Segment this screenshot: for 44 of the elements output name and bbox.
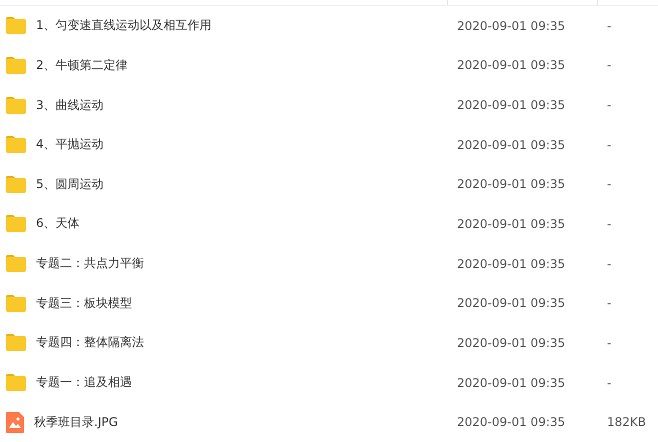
file-size: -	[606, 256, 612, 271]
modified-date: 2020-09-01 09:35	[456, 18, 566, 33]
modified-date: 2020-09-01 09:35	[456, 336, 566, 350]
file-name[interactable]: 秋季班目录.JPG	[34, 414, 118, 431]
modified-date: 2020-09-01 09:35	[456, 376, 566, 390]
modified-date: 2020-09-01 09:35	[456, 138, 566, 152]
folder-icon	[6, 176, 26, 193]
file-name[interactable]: 4、平抛运动	[36, 136, 104, 154]
modified-date: 2020-09-01 09:35	[456, 98, 566, 112]
folder-icon	[6, 255, 26, 272]
folder-icon	[6, 96, 26, 114]
file-name[interactable]: 2、牛顿第二定律	[36, 56, 128, 74]
modified-date: 2020-09-01 09:35	[456, 58, 566, 72]
file-name[interactable]: 专题四：整体隔离法	[36, 334, 144, 352]
file-name[interactable]: 1、匀变速直线运动以及相互作用	[36, 17, 212, 34]
file-name[interactable]: 6、天体	[36, 215, 80, 232]
file-name[interactable]: 3、曲线运动	[36, 96, 104, 114]
file-size: 182KB	[606, 415, 648, 430]
folder-icon	[6, 374, 26, 392]
folder-icon	[6, 334, 26, 352]
modified-date: 2020-09-01 09:35	[456, 256, 566, 271]
file-size: -	[606, 177, 612, 192]
modified-date: 2020-09-01 09:35	[456, 216, 566, 231]
file-size: -	[606, 336, 612, 350]
modified-date: 2020-09-01 09:35	[456, 296, 566, 310]
file-size: -	[606, 58, 612, 72]
file-name[interactable]: 专题二：共点力平衡	[36, 255, 144, 272]
image-file-icon	[6, 412, 24, 433]
folder-icon	[6, 215, 26, 232]
file-name[interactable]: 5、圆周运动	[36, 176, 104, 193]
folder-icon	[6, 17, 26, 34]
modified-date: 2020-09-01 09:35	[456, 415, 566, 430]
file-size: -	[606, 216, 612, 231]
file-name[interactable]: 专题一：追及相遇	[36, 374, 132, 392]
folder-icon	[6, 294, 26, 312]
modified-date: 2020-09-01 09:35	[456, 177, 566, 192]
file-size: -	[606, 376, 612, 390]
file-name[interactable]: 专题三：板块模型	[36, 294, 132, 312]
file-size: -	[606, 18, 612, 33]
folder-icon	[6, 136, 26, 154]
file-size: -	[606, 296, 612, 310]
file-size: -	[606, 98, 612, 112]
file-size: -	[606, 138, 612, 152]
folder-icon	[6, 56, 26, 74]
